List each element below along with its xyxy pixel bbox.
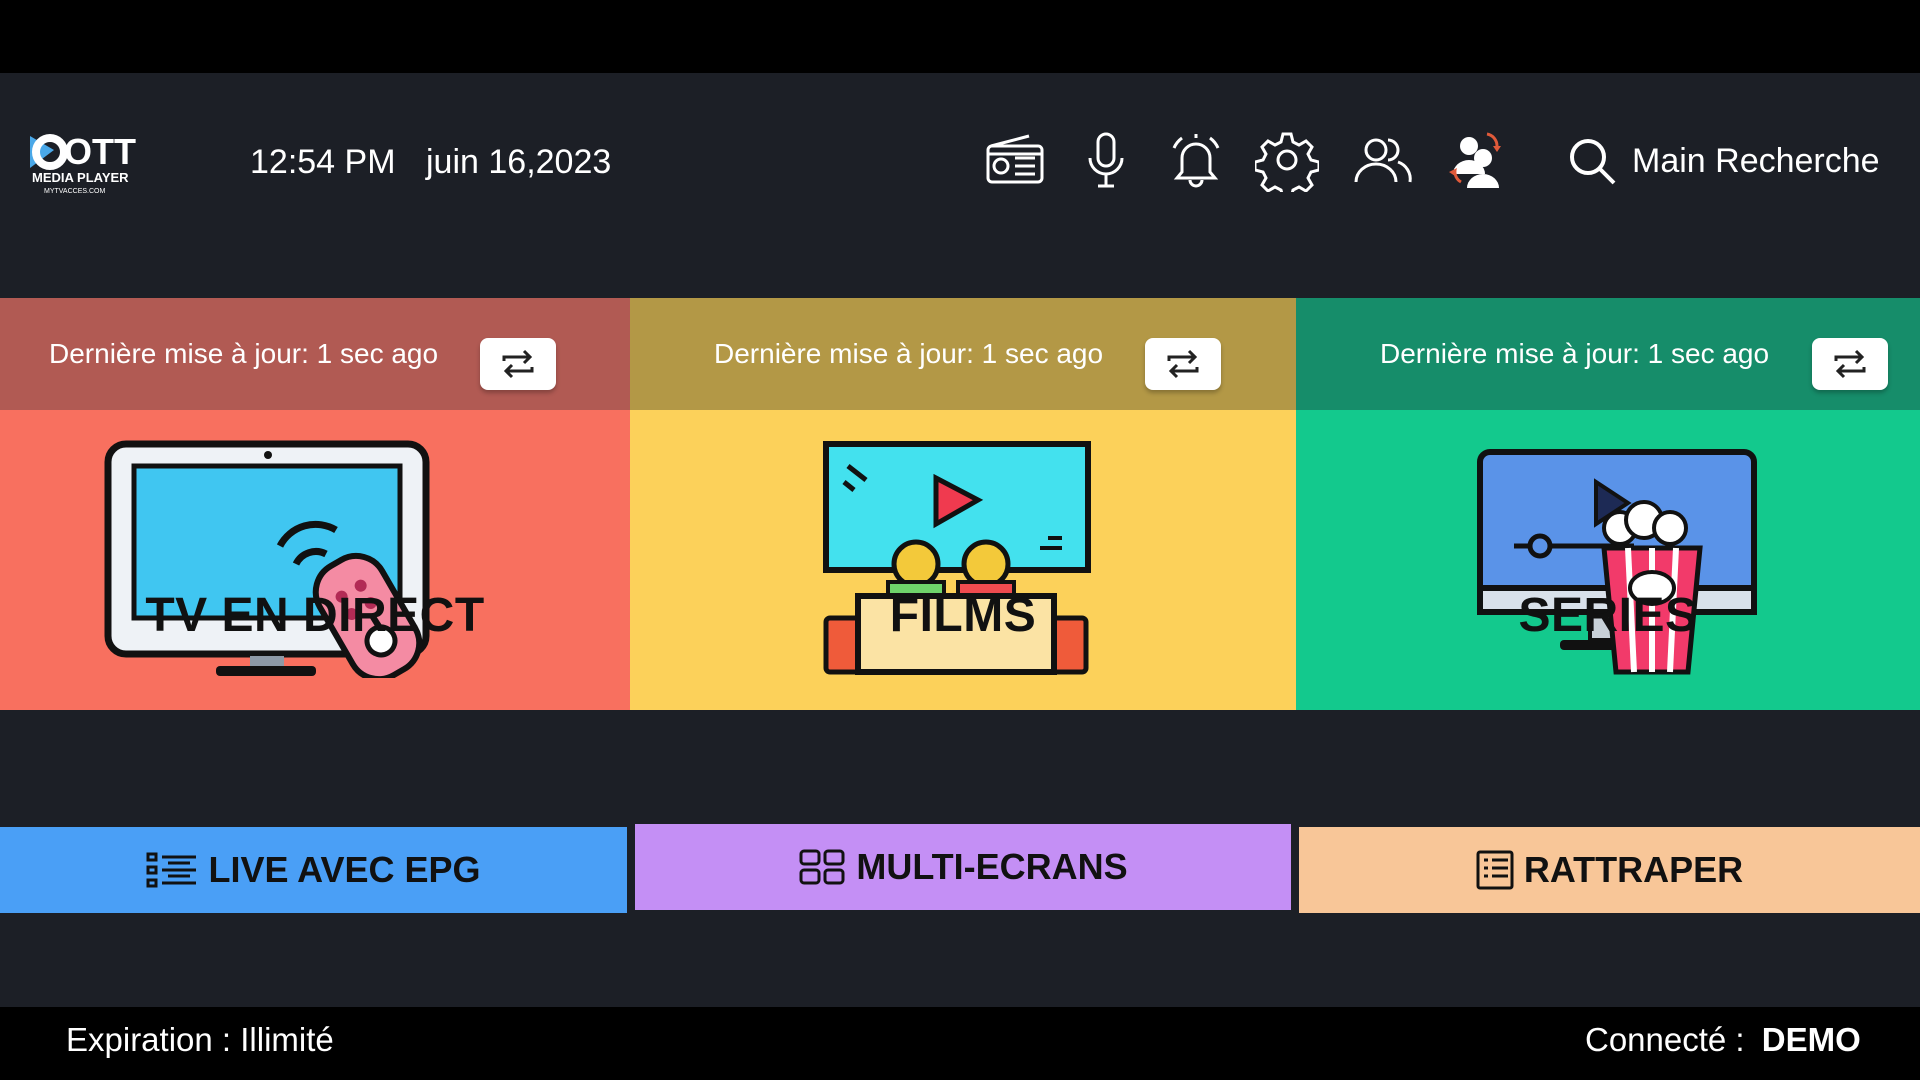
logo-text: OTT: [64, 131, 136, 172]
catchup-label: RATTRAPER: [1523, 849, 1744, 890]
tile-title: FILMS: [889, 589, 1037, 642]
series-illustration: [1477, 449, 1757, 675]
expiration-value: Illimité: [240, 1021, 334, 1058]
refresh-button[interactable]: [1145, 338, 1221, 390]
app-logo: OTT MEDIA PLAYER MYTVACCES.COM: [28, 128, 146, 198]
bell-icon[interactable]: [1164, 128, 1228, 192]
expiration-label: Expiration :: [66, 1021, 241, 1058]
multi-screen-button[interactable]: MULTI-ECRANS: [635, 824, 1291, 910]
tile-title: SERIES: [1518, 589, 1698, 642]
clock-time: 12:54 PM: [250, 143, 396, 181]
logo-url: MYTVACCES.COM: [44, 188, 105, 195]
films-illustration: [823, 441, 1091, 675]
last-update-text: Dernière mise à jour: 1 sec ago: [714, 338, 1104, 369]
epg-list-icon: [146, 852, 197, 888]
app-screen: OTT MEDIA PLAYER MYTVACCES.COM 12:54 PM …: [0, 73, 1920, 1058]
clock-date: juin 16,2023: [426, 143, 612, 181]
logo-subtitle: MEDIA PLAYER: [32, 170, 129, 185]
last-update-text: Dernière mise à jour: 1 sec ago: [1380, 338, 1770, 369]
live-epg-button[interactable]: LIVE AVEC EPG: [0, 827, 627, 913]
radio-icon[interactable]: [983, 128, 1047, 192]
microphone-icon[interactable]: [1074, 128, 1138, 192]
expiration-info: Expiration : Illimité: [66, 1021, 334, 1059]
gear-icon[interactable]: [1253, 128, 1321, 200]
users-icon[interactable]: [1350, 128, 1414, 192]
search-label: Main Recherche: [1632, 141, 1880, 180]
connected-user: DEMO: [1761, 1021, 1861, 1058]
connection-info: Connecté : DEMO: [1585, 1021, 1861, 1059]
multi-screen-label: MULTI-ECRANS: [856, 846, 1128, 887]
tile-live-tv[interactable]: Dernière mise à jour: 1 sec ago TV EN DI…: [0, 298, 630, 710]
multi-screen-icon: [799, 849, 845, 885]
refresh-icon: [1834, 349, 1866, 379]
tile-title: TV EN DIRECT: [145, 589, 485, 642]
switch-user-icon[interactable]: [1443, 128, 1507, 192]
refresh-icon: [502, 349, 534, 379]
refresh-icon: [1167, 349, 1199, 379]
tile-films[interactable]: Dernière mise à jour: 1 sec ago FILMS: [630, 298, 1296, 710]
last-update-text: Dernière mise à jour: 1 sec ago: [49, 338, 439, 369]
connected-label: Connecté :: [1585, 1021, 1754, 1058]
catchup-list-icon: [1476, 850, 1514, 890]
tile-update-bar: Dernière mise à jour: 1 sec ago: [630, 298, 1296, 410]
tile-series[interactable]: Dernière mise à jour: 1 sec ago SERIES: [1296, 298, 1920, 710]
search-icon: [1570, 139, 1616, 185]
refresh-button[interactable]: [480, 338, 556, 390]
tile-update-bar: Dernière mise à jour: 1 sec ago: [1296, 298, 1920, 410]
search-button[interactable]: Main Recherche: [1566, 129, 1880, 193]
tile-update-bar: Dernière mise à jour: 1 sec ago: [0, 298, 630, 410]
refresh-button[interactable]: [1812, 338, 1888, 390]
live-epg-label: LIVE AVEC EPG: [208, 849, 481, 890]
catchup-button[interactable]: RATTRAPER: [1299, 827, 1920, 913]
